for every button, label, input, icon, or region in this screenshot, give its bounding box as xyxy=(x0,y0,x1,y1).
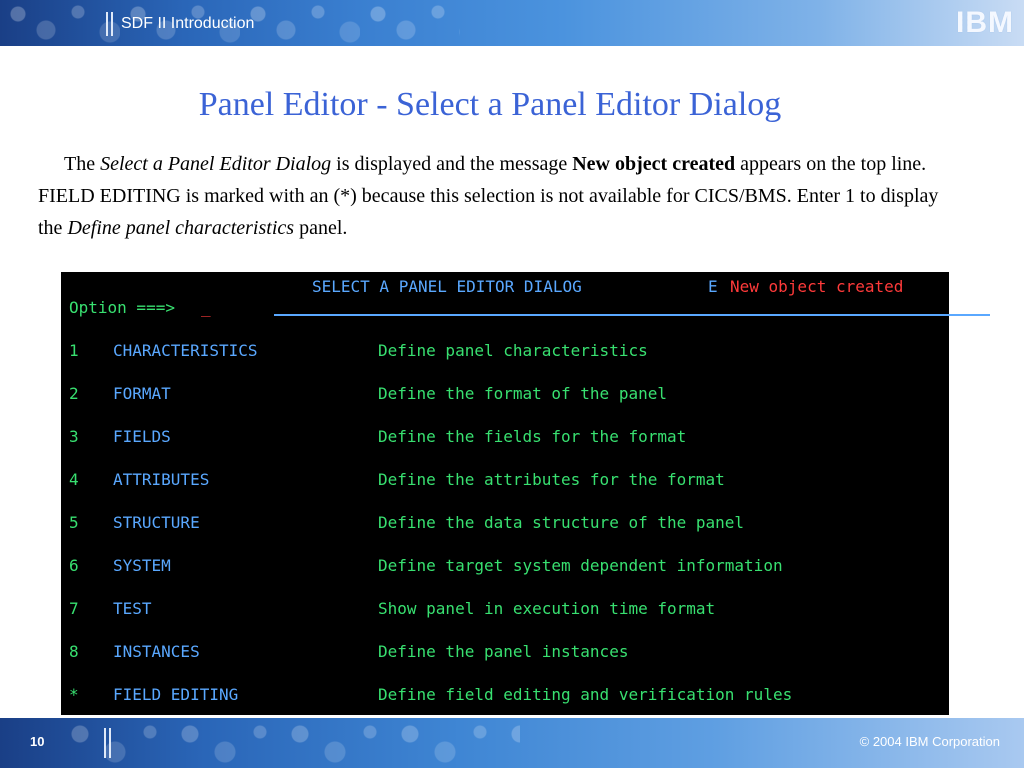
footer-divider xyxy=(109,728,111,758)
option-number: 6 xyxy=(69,556,79,575)
option-number: 7 xyxy=(69,599,79,618)
option-name[interactable]: CHARACTERISTICS xyxy=(113,341,258,360)
option-input-field[interactable] xyxy=(274,314,990,316)
option-description: Define panel characteristics xyxy=(378,341,648,360)
option-prompt-label: Option ===> xyxy=(69,298,175,317)
ibm-logo: IBM xyxy=(956,6,1014,39)
slide-title: Panel Editor - Select a Panel Editor Dia… xyxy=(198,86,782,123)
option-name[interactable]: FIELD EDITING xyxy=(113,685,238,704)
option-number: 3 xyxy=(69,427,79,446)
option-number: 1 xyxy=(69,341,79,360)
option-number: 8 xyxy=(69,642,79,661)
option-name[interactable]: FIELDS xyxy=(113,427,171,446)
option-name[interactable]: INSTANCES xyxy=(113,642,200,661)
slide-header: SDF II Introduction IBM xyxy=(0,0,1024,46)
option-description: Define field editing and verification ru… xyxy=(378,685,793,704)
option-description: Define the data structure of the panel xyxy=(378,513,745,532)
option-description: Show panel in execution time format xyxy=(378,599,716,618)
option-number: 2 xyxy=(69,384,79,403)
option-description: Define the format of the panel xyxy=(378,384,667,403)
copyright-text: © 2004 IBM Corporation xyxy=(859,734,1000,749)
input-cursor[interactable]: _ xyxy=(201,298,211,317)
option-number: 5 xyxy=(69,513,79,532)
slide-description: The Select a Panel Editor Dialog is disp… xyxy=(38,148,958,244)
desc-text: panel. xyxy=(294,217,348,239)
option-name[interactable]: TEST xyxy=(113,599,152,618)
option-number: 4 xyxy=(69,470,79,489)
option-description: Define the attributes for the format xyxy=(378,470,725,489)
option-name[interactable]: ATTRIBUTES xyxy=(113,470,209,489)
desc-text: is displayed and the message xyxy=(331,153,573,175)
option-name[interactable]: STRUCTURE xyxy=(113,513,200,532)
option-name[interactable]: SYSTEM xyxy=(113,556,171,575)
page-number: 10 xyxy=(30,734,45,749)
terminal-flag: E xyxy=(708,277,718,296)
desc-italic-dialog: Select a Panel Editor Dialog xyxy=(100,153,332,175)
desc-italic-panel: Define panel characteristics xyxy=(67,217,295,239)
slide-footer: 10 © 2004 IBM Corporation xyxy=(0,718,1024,768)
desc-bold-message: New object created xyxy=(572,153,736,175)
option-description: Define the fields for the format xyxy=(378,427,687,446)
option-name[interactable]: FORMAT xyxy=(113,384,171,403)
terminal-screen: SELECT A PANEL EDITOR DIALOG E New objec… xyxy=(61,272,990,715)
header-title: SDF II Introduction xyxy=(121,15,255,32)
header-divider xyxy=(106,12,108,36)
terminal-title: SELECT A PANEL EDITOR DIALOG xyxy=(312,277,582,296)
option-number: * xyxy=(69,685,79,704)
desc-text: The xyxy=(64,153,101,175)
option-description: Define target system dependent informati… xyxy=(378,556,783,575)
footer-divider xyxy=(104,728,106,758)
header-divider xyxy=(111,12,113,36)
terminal-message: New object created xyxy=(730,277,904,296)
footer-decoration xyxy=(60,718,520,768)
option-description: Define the panel instances xyxy=(378,642,629,661)
